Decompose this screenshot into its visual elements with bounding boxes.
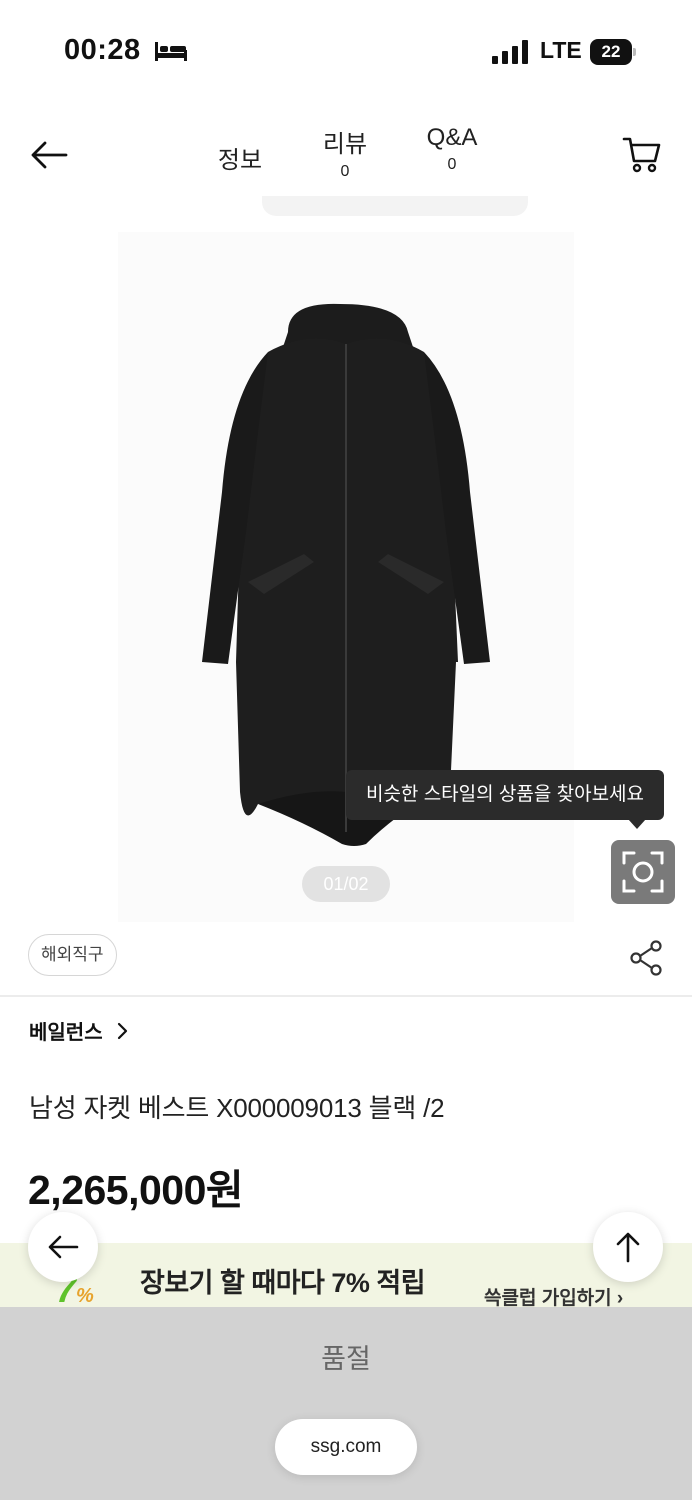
club-join-link[interactable]: 쓱클럽 가입하기 › [484, 1283, 623, 1307]
cart-button[interactable] [618, 130, 666, 178]
promo-banner[interactable]: 7% 장보기 할 때마다 7% 적립 쓱클럽 가입하기 › [0, 1243, 692, 1307]
signal-icon [492, 40, 528, 64]
section-divider [0, 995, 692, 997]
tab-info[interactable]: 정보 [210, 140, 270, 175]
scroll-indicator [262, 196, 528, 216]
brand-name: 베일런스 [29, 1022, 103, 1044]
lens-search-icon [622, 851, 664, 893]
top-nav: 정보 리뷰 0 Q&A 0 [0, 110, 692, 200]
image-pager: 01/02 [302, 866, 390, 902]
cart-icon [622, 137, 661, 173]
tooltip-text: 비슷한 스타일의 상품을 찾아보세요 [365, 784, 645, 805]
product-price: 2,265,000원 [28, 1167, 244, 1213]
tab-info-label: 정보 [217, 147, 263, 174]
status-bar: 00:28 LTE 22 [0, 0, 692, 100]
product-title: 남성 자켓 베스트 X000009013 블랙 /2 [29, 1093, 445, 1123]
tab-review-label: 리뷰 [322, 131, 368, 158]
tab-qa-label: Q&A [426, 124, 478, 151]
share-button[interactable] [626, 938, 666, 978]
promo-logo-percent: % [76, 1285, 94, 1307]
tab-qa[interactable]: Q&A 0 [414, 124, 490, 174]
product-page: 00:28 LTE 22 정보 리뷰 0 Q&A 0 01/02 비슷한 스타일… [0, 0, 692, 1500]
network-type: LTE [540, 37, 582, 63]
arrow-up-icon [616, 1232, 640, 1263]
back-arrow-icon [31, 141, 68, 169]
back-arrow-icon [48, 1235, 79, 1259]
promo-headline: 장보기 할 때마다 7% 적립 [140, 1268, 426, 1298]
battery-icon: 22 [590, 39, 636, 65]
lens-search-button[interactable] [611, 840, 675, 904]
sleep-bed-icon [155, 42, 187, 61]
tab-review[interactable]: 리뷰 0 [315, 124, 375, 181]
browser-url-pill[interactable]: ssg.com [275, 1419, 417, 1475]
tab-qa-count: 0 [447, 156, 457, 173]
overseas-direct-badge: 해외직구 [28, 934, 117, 976]
chevron-right-icon [117, 1022, 127, 1039]
battery-level: 22 [601, 42, 621, 61]
brand-link[interactable]: 베일런스 [29, 1016, 129, 1045]
share-icon [630, 940, 662, 976]
back-button[interactable] [26, 132, 72, 178]
status-time: 00:28 [64, 34, 141, 66]
tab-review-count: 0 [340, 163, 350, 180]
scroll-top-button[interactable] [593, 1212, 663, 1282]
similar-style-tooltip: 비슷한 스타일의 상품을 찾아보세요 [346, 770, 664, 829]
soldout-label: 품절 [321, 1344, 371, 1374]
floating-back-button[interactable] [28, 1212, 98, 1282]
